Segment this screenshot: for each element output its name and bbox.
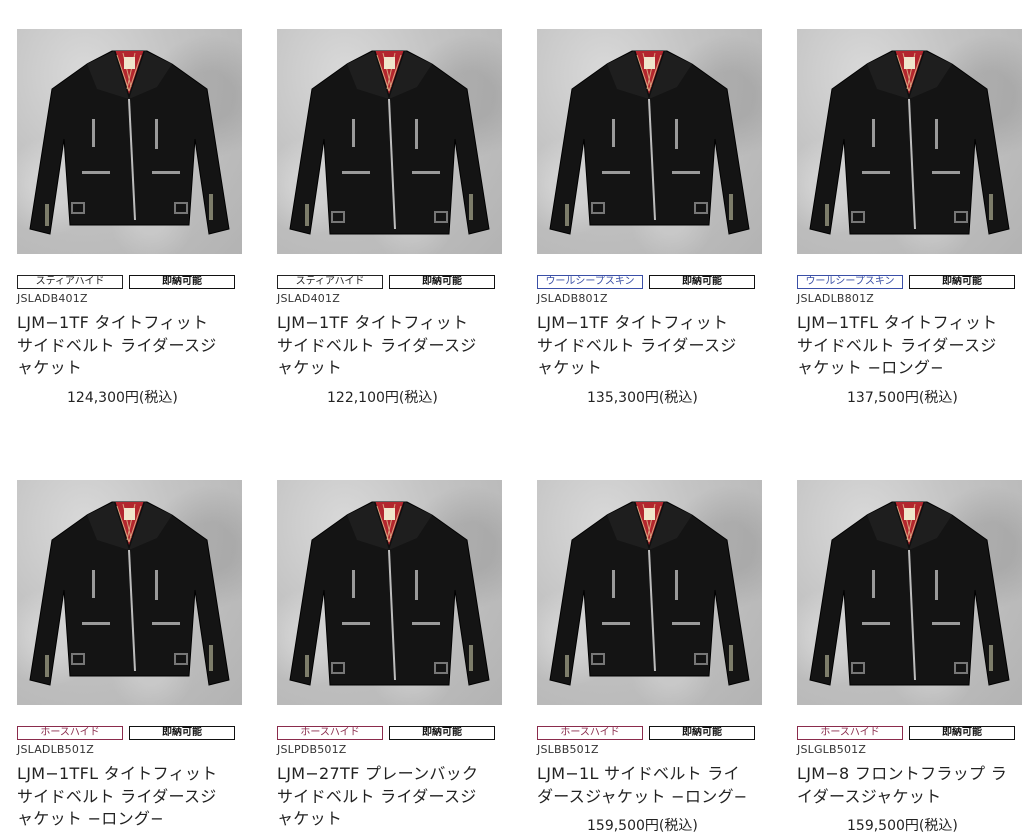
product-code: JSLADLB801Z: [797, 292, 875, 305]
jacket-image: [29, 501, 230, 686]
product-image[interactable]: [797, 480, 1022, 705]
product-code: JSLAD401Z: [277, 292, 340, 305]
material-tag: ホースハイド: [17, 726, 123, 740]
jacket-image: [289, 50, 490, 235]
jacket-image: [289, 501, 490, 686]
jacket-image: [809, 501, 1010, 686]
product-card[interactable]: ホースハイド 即納可能 JSLADLB501Z LJM−1TFL タイトフィット…: [17, 480, 242, 838]
product-code: JSLGLB501Z: [797, 743, 867, 756]
product-code: JSLADB401Z: [17, 292, 88, 305]
jacket-image: [549, 501, 750, 686]
product-card[interactable]: ホースハイド 即納可能 JSLPDB501Z LJM−27TF プレーンバック …: [277, 480, 502, 838]
product-name[interactable]: LJM−1L サイドベルト ライダースジャケット −ロング−: [537, 763, 749, 808]
product-card[interactable]: ウールシープスキン 即納可能 JSLADB801Z LJM−1TF タイトフィッ…: [537, 29, 762, 407]
product-name[interactable]: LJM−27TF プレーンバック サイドベルト ライダースジャケット: [277, 763, 489, 831]
product-price: 122,100円(税込): [327, 389, 438, 406]
product-card[interactable]: ウールシープスキン 即納可能 JSLADLB801Z LJM−1TFL タイトフ…: [797, 29, 1022, 407]
product-tags: ホースハイド 即納可能: [17, 726, 242, 740]
product-card[interactable]: スティアハイド 即納可能 JSLADB401Z LJM−1TF タイトフィット …: [17, 29, 242, 407]
product-image[interactable]: [277, 480, 502, 705]
jacket-image: [809, 50, 1010, 235]
product-price: 135,300円(税込): [587, 389, 698, 406]
jacket-image: [549, 50, 750, 235]
material-tag: スティアハイド: [17, 275, 123, 289]
product-price: 159,500円(税込): [847, 818, 958, 834]
product-tags: ウールシープスキン 即納可能: [797, 275, 1022, 289]
stock-tag: 即納可能: [649, 726, 755, 740]
material-tag: ホースハイド: [277, 726, 383, 740]
stock-tag: 即納可能: [129, 275, 235, 289]
stock-tag: 即納可能: [649, 275, 755, 289]
product-image[interactable]: [537, 29, 762, 254]
product-card[interactable]: ホースハイド 即納可能 JSLBB501Z LJM−1L サイドベルト ライダー…: [537, 480, 762, 835]
jacket-image: [29, 50, 230, 235]
product-name[interactable]: LJM−8 フロントフラップ ライダースジャケット: [797, 763, 1009, 808]
product-card[interactable]: スティアハイド 即納可能 JSLAD401Z LJM−1TF タイトフィット サ…: [277, 29, 502, 407]
product-name[interactable]: LJM−1TFL タイトフィット サイドベルト ライダースジャケット −ロング−: [797, 312, 1009, 380]
product-image[interactable]: [17, 29, 242, 254]
product-code: JSLPDB501Z: [277, 743, 347, 756]
product-tags: ホースハイド 即納可能: [537, 726, 762, 740]
product-price: 137,500円(税込): [847, 389, 958, 406]
product-tags: スティアハイド 即納可能: [277, 275, 502, 289]
stock-tag: 即納可能: [389, 275, 495, 289]
product-tags: ウールシープスキン 即納可能: [537, 275, 762, 289]
stock-tag: 即納可能: [909, 275, 1015, 289]
product-tags: ホースハイド 即納可能: [277, 726, 502, 740]
product-image[interactable]: [797, 29, 1022, 254]
product-tags: ホースハイド 即納可能: [797, 726, 1022, 740]
stock-tag: 即納可能: [389, 726, 495, 740]
product-name[interactable]: LJM−1TF タイトフィット サイドベルト ライダースジャケット: [17, 312, 229, 380]
stock-tag: 即納可能: [909, 726, 1015, 740]
product-name[interactable]: LJM−1TF タイトフィット サイドベルト ライダースジャケット: [537, 312, 749, 380]
product-image[interactable]: [537, 480, 762, 705]
product-code: JSLADLB501Z: [17, 743, 95, 756]
material-tag: ホースハイド: [537, 726, 643, 740]
product-price: 124,300円(税込): [67, 389, 178, 406]
product-code: JSLADB801Z: [537, 292, 608, 305]
product-price: 159,500円(税込): [587, 818, 698, 834]
product-name[interactable]: LJM−1TFL タイトフィット サイドベルト ライダースジャケット −ロング−: [17, 763, 229, 831]
material-tag: ウールシープスキン: [537, 275, 643, 289]
stock-tag: 即納可能: [129, 726, 235, 740]
product-tags: スティアハイド 即納可能: [17, 275, 242, 289]
material-tag: スティアハイド: [277, 275, 383, 289]
product-card[interactable]: ホースハイド 即納可能 JSLGLB501Z LJM−8 フロントフラップ ライ…: [797, 480, 1022, 835]
product-image[interactable]: [277, 29, 502, 254]
product-code: JSLBB501Z: [537, 743, 599, 756]
product-image[interactable]: [17, 480, 242, 705]
material-tag: ホースハイド: [797, 726, 903, 740]
product-name[interactable]: LJM−1TF タイトフィット サイドベルト ライダースジャケット: [277, 312, 489, 380]
material-tag: ウールシープスキン: [797, 275, 903, 289]
